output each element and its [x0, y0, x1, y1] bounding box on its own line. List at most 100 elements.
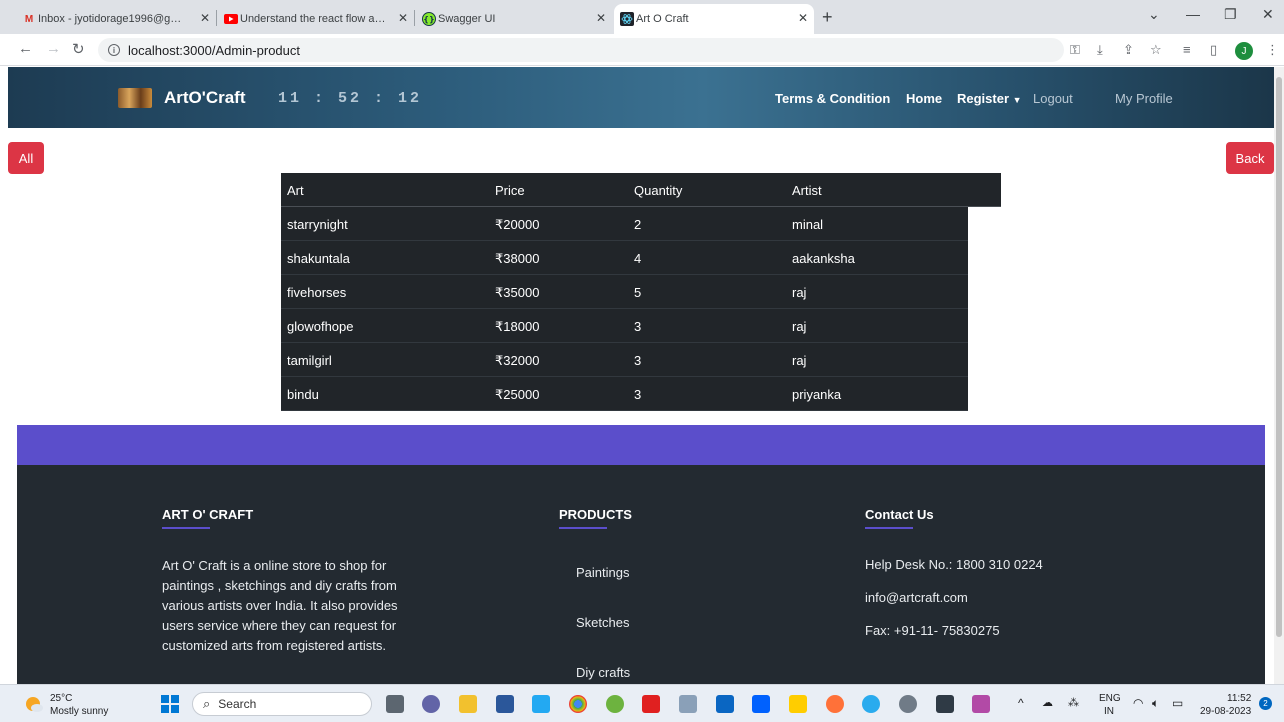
cell-art: shakuntala [287, 251, 350, 266]
footer-email[interactable]: info@artcraft.com [865, 588, 968, 608]
cell-artist: priyanka [792, 387, 842, 402]
install-icon[interactable]: ⤓ [1097, 42, 1103, 58]
footer-about-text: Art O' Craft is a online store to shop f… [162, 558, 398, 653]
cell-art: tamilgirl [287, 353, 332, 368]
firefox-icon[interactable] [826, 695, 844, 713]
clock-date[interactable]: 29-08-2023 [1200, 706, 1251, 717]
youtube-icon [224, 12, 238, 26]
weather-temp[interactable]: 25°C [50, 693, 72, 704]
windows-start-icon[interactable] [161, 695, 179, 713]
nav-register[interactable]: Register ▼ [957, 91, 1022, 106]
footer-link-diy-crafts[interactable]: Diy crafts [576, 663, 630, 683]
tab-swagger[interactable]: {} Swagger UI ✕ [416, 4, 612, 34]
search-icon: ⌕ [203, 696, 211, 711]
word-icon[interactable] [496, 695, 514, 713]
footer-link-paintings[interactable]: Paintings [576, 563, 629, 583]
cell-artist: raj [792, 319, 807, 334]
nav-terms[interactable]: Terms & Condition [775, 91, 890, 106]
page-scrollbar[interactable] [1274, 67, 1284, 684]
tab-gmail[interactable]: M Inbox - jyotidorage1996@gmail.c ✕ [16, 4, 216, 34]
tab-search-chevron-icon[interactable]: ⌄ [1148, 6, 1160, 23]
chrome-icon[interactable] [569, 695, 587, 713]
taskbar-search[interactable]: ⌕ Search [192, 692, 372, 716]
footer-contact-title: Contact Us [865, 507, 934, 522]
header-art: Art [287, 183, 304, 198]
close-tab-icon[interactable]: ✕ [596, 11, 606, 25]
table-header: Art Price Quantity Artist [281, 173, 1001, 207]
weather-sun-icon[interactable] [24, 695, 44, 713]
reload-icon[interactable]: ↻ [72, 40, 85, 58]
restore-icon[interactable]: ❐ [1224, 6, 1237, 23]
file-explorer-icon[interactable] [459, 695, 477, 713]
vscode-icon[interactable] [532, 695, 550, 713]
close-window-icon[interactable]: ✕ [1262, 6, 1274, 23]
forward-arrow-icon[interactable]: → [46, 40, 61, 57]
battery-icon[interactable]: ▭ [1172, 697, 1183, 709]
info-icon[interactable]: i [108, 44, 120, 56]
scrollbar-thumb[interactable] [1276, 77, 1282, 637]
notepad-icon[interactable] [679, 695, 697, 713]
tab-artocraft[interactable]: Art O Craft ✕ [614, 4, 814, 34]
profile-avatar[interactable]: J [1235, 42, 1253, 60]
bookmark-star-icon[interactable]: ☆ [1150, 42, 1162, 58]
notification-badge[interactable]: 2 [1259, 697, 1272, 710]
browser-tab-strip: M Inbox - jyotidorage1996@gmail.c ✕ Unde… [0, 0, 1284, 34]
mail-icon[interactable] [716, 695, 734, 713]
swagger-icon: {} [422, 12, 436, 26]
cell-price: ₹18000 [495, 319, 540, 334]
nav-register-label: Register [957, 91, 1010, 106]
nav-home[interactable]: Home [906, 91, 942, 106]
app-tray-icon[interactable]: ⁂ [1068, 698, 1079, 709]
dropbox-icon[interactable] [752, 695, 770, 713]
telegram-icon[interactable] [862, 695, 880, 713]
key-icon[interactable]: ⚿ [1070, 42, 1080, 58]
language-region[interactable]: IN [1104, 706, 1114, 717]
minimize-icon[interactable]: — [1186, 6, 1200, 22]
address-bar[interactable]: i localhost:3000/Admin-product [98, 38, 1064, 62]
footer-link-sketches[interactable]: Sketches [576, 613, 629, 633]
chevron-up-icon[interactable]: ^ [1018, 697, 1024, 709]
weather-desc[interactable]: Mostly sunny [50, 706, 108, 717]
close-tab-icon[interactable]: ✕ [200, 11, 210, 25]
cell-artist: raj [792, 353, 807, 368]
footer-divider [559, 527, 607, 529]
cell-price: ₹25000 [495, 387, 540, 402]
caret-down-icon: ▼ [1012, 95, 1022, 105]
brand-name[interactable]: ArtO'Craft [164, 88, 246, 108]
close-tab-icon[interactable]: ✕ [798, 11, 808, 25]
cell-art: bindu [287, 387, 319, 402]
menu-dots-icon[interactable]: ⋮ [1266, 42, 1279, 58]
back-button[interactable]: Back [1226, 142, 1274, 174]
cell-quantity: 3 [634, 353, 642, 368]
all-button[interactable]: All [8, 142, 44, 174]
clock-time[interactable]: 11:52 [1227, 693, 1251, 704]
speaker-icon[interactable]: 🔈︎ [1152, 697, 1159, 709]
new-tab-plus-icon[interactable]: + [822, 7, 833, 28]
cloud-icon[interactable]: ☁ [1042, 698, 1053, 709]
wifi-icon[interactable]: ◠ [1133, 697, 1143, 709]
spring-icon[interactable] [606, 695, 624, 713]
table-row: starrynight ₹20000 2 minal [281, 207, 968, 241]
side-panel-icon[interactable]: ▯ [1210, 42, 1217, 58]
chat-icon[interactable] [422, 695, 440, 713]
terminal-icon[interactable] [936, 695, 954, 713]
cell-price: ₹32000 [495, 353, 540, 368]
reading-list-icon[interactable]: ≡ [1183, 42, 1191, 57]
cell-quantity: 3 [634, 387, 642, 402]
language-code[interactable]: ENG [1099, 693, 1121, 704]
tab-youtube[interactable]: Understand the react flow and st ✕ [218, 4, 414, 34]
sticky-notes-icon[interactable] [789, 695, 807, 713]
back-arrow-icon[interactable]: ← [18, 40, 33, 57]
share-icon[interactable]: ⇪ [1123, 42, 1134, 58]
clock: 11 : 52 : 12 [278, 90, 423, 107]
snipping-tool-icon[interactable] [972, 695, 990, 713]
nav-my-profile[interactable]: My Profile [1115, 91, 1173, 106]
settings-gear-icon[interactable] [899, 695, 917, 713]
footer-helpdesk: Help Desk No.: 1800 310 0224 [865, 557, 1043, 572]
table-row: shakuntala ₹38000 4 aakanksha [281, 241, 968, 275]
close-tab-icon[interactable]: ✕ [398, 11, 408, 25]
nav-logout[interactable]: Logout [1033, 91, 1073, 106]
acrobat-icon[interactable] [642, 695, 660, 713]
cell-art: starrynight [287, 217, 348, 232]
task-view-icon[interactable] [386, 695, 404, 713]
